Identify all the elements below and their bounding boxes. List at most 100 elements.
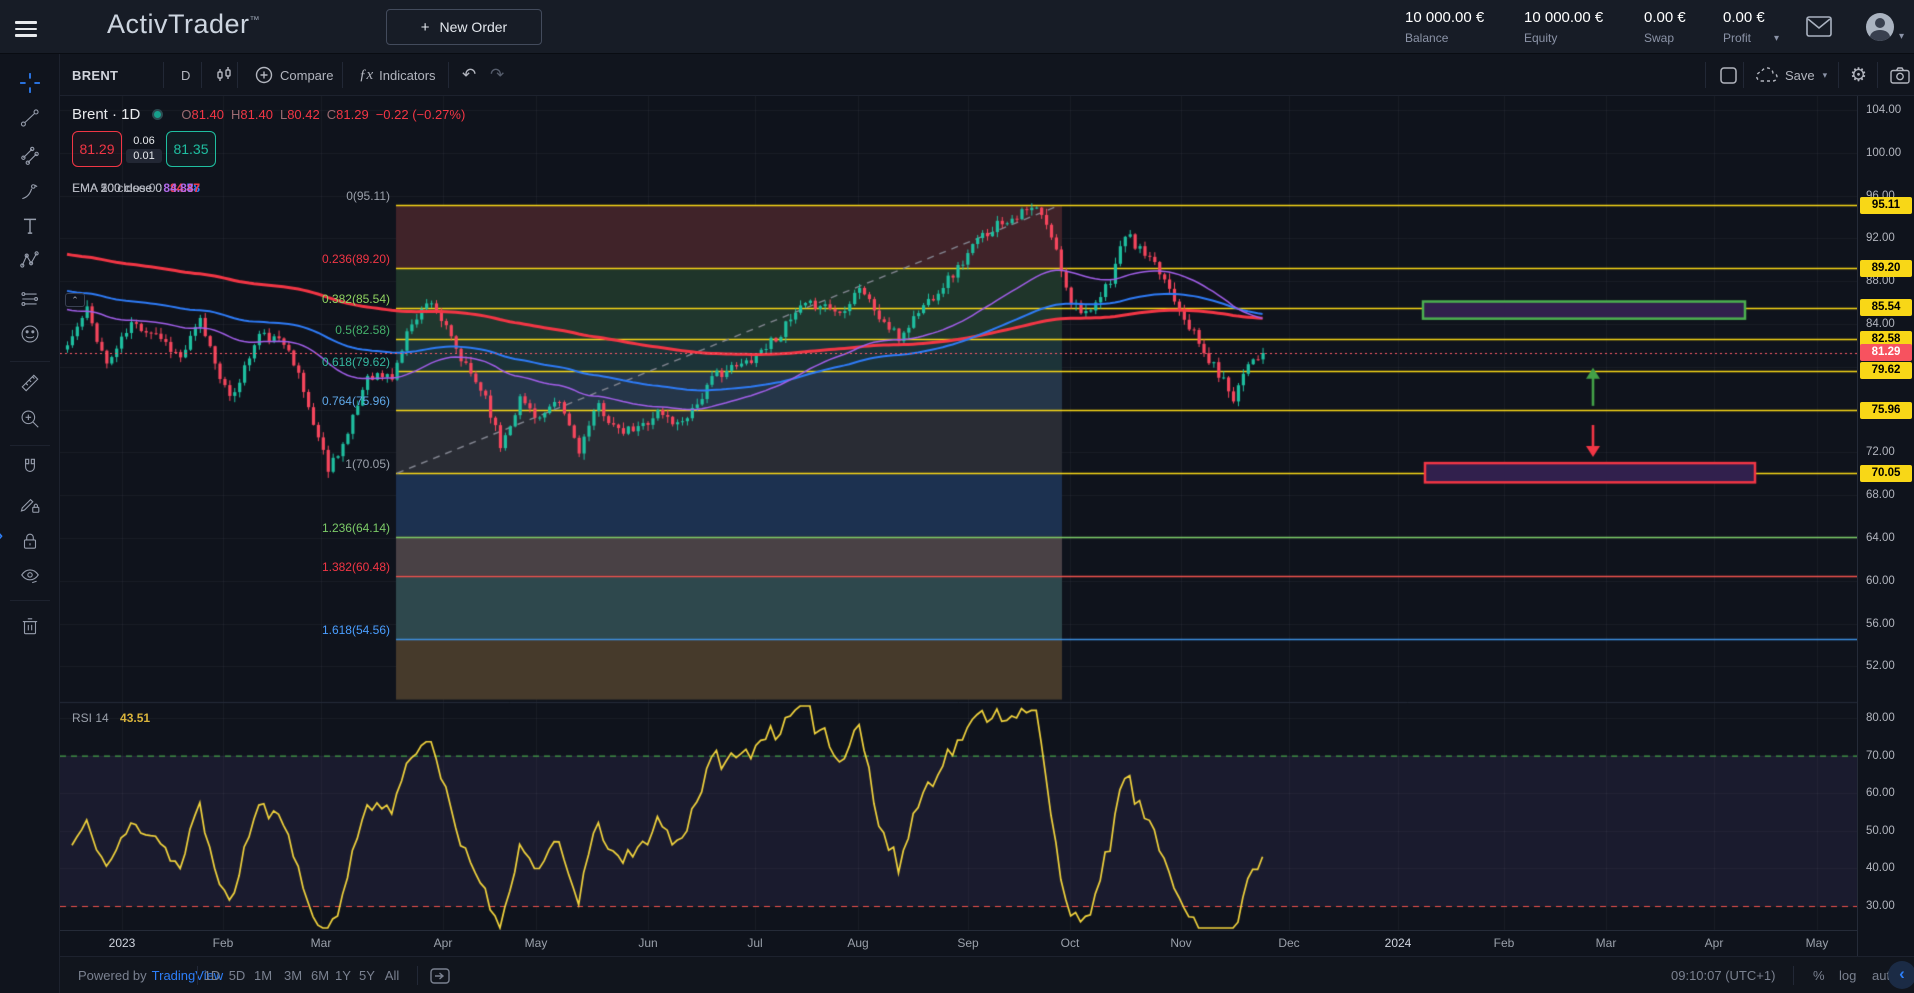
tool-parallel-channel-icon[interactable] [18, 287, 42, 311]
save-button[interactable]: Save ▾ [1755, 54, 1827, 96]
fib-level-label: 1.618(54.56) [270, 623, 390, 637]
time-label[interactable]: Feb [1494, 936, 1515, 950]
range-button-1m[interactable]: 1M [254, 957, 272, 993]
log-scale-button[interactable]: log [1839, 957, 1856, 993]
price-tick: 104.00 [1866, 104, 1901, 116]
ohlc-value: 81.40 [191, 107, 224, 122]
clock[interactable]: 09:10:07 (UTC+1) [1671, 957, 1775, 993]
multichart-layout-icon[interactable] [1720, 54, 1737, 96]
price-tick: 92.00 [1866, 232, 1895, 244]
time-label[interactable]: Apr [434, 936, 453, 950]
fx-icon: ƒx [359, 67, 373, 84]
tool-emoji-icon[interactable] [18, 322, 42, 346]
menu-icon[interactable] [15, 17, 39, 37]
compare-button[interactable]: Compare [255, 54, 333, 96]
tool-remove-drawings-icon[interactable] [18, 614, 42, 638]
time-label[interactable]: Jul [747, 936, 762, 950]
powered-by: Powered by TradingView [78, 957, 223, 993]
tool-text-icon[interactable] [18, 214, 42, 238]
tool-trend-line-icon[interactable] [18, 106, 42, 130]
tool-hide-drawings-icon[interactable] [18, 564, 42, 588]
indicators-button[interactable]: ƒx Indicators [359, 54, 436, 96]
chart-style-button[interactable] [215, 54, 233, 96]
time-label[interactable]: Apr [1705, 936, 1724, 950]
ohlc-key: C [327, 107, 336, 122]
stat-profit: 0.00 € Profit [1723, 9, 1765, 45]
range-button-1d[interactable]: 1D [204, 957, 221, 993]
sell-bid-button[interactable]: 81.29 [72, 131, 122, 167]
chart-region: BRENT D Compare ƒx Indicators ↶ ↷ [60, 54, 1914, 993]
stat-label: Equity [1524, 31, 1603, 45]
price-tick: 64.00 [1866, 532, 1895, 544]
legend-change: −0.22 (−0.27%) [376, 107, 466, 122]
profit-caret-icon[interactable]: ▾ [1774, 33, 1779, 44]
legend-symbol[interactable]: Brent · 1D [72, 106, 140, 123]
tool-drawing-lock-icon[interactable] [18, 492, 42, 516]
go-to-date-icon[interactable] [430, 957, 450, 993]
current-price-badge: 81.29 [1860, 344, 1912, 361]
tool-zoom-in-icon[interactable] [18, 407, 42, 431]
collapse-right-button[interactable]: ‹ [1888, 961, 1914, 989]
legend-ohlc: O81.40H81.40L80.42C81.29 [181, 107, 375, 122]
rsi-tick: 40.00 [1866, 862, 1895, 874]
ohlc-key: O [181, 107, 191, 122]
time-label[interactable]: Jun [638, 936, 657, 950]
toolbar-separator [10, 361, 50, 362]
range-button-1y[interactable]: 1Y [335, 957, 351, 993]
range-button-6m[interactable]: 6M [311, 957, 329, 993]
indicators-label: Indicators [379, 68, 435, 83]
undo-icon[interactable]: ↶ [462, 54, 476, 96]
stat-value: 10 000.00 € [1524, 9, 1603, 26]
compare-label: Compare [280, 68, 333, 83]
tool-fib-retracement-icon[interactable] [18, 143, 42, 167]
time-label[interactable]: Sep [957, 936, 978, 950]
tool-ruler-icon[interactable] [18, 371, 42, 395]
time-label[interactable]: 2024 [1385, 936, 1412, 950]
topbar: ActivTrader™ +New Order 10 000.00 € Bala… [0, 0, 1914, 54]
price-axis[interactable]: 104.00100.0096.0092.0088.0084.0072.0068.… [1857, 96, 1914, 956]
indicator-name: EMA 50 close 0 [72, 181, 155, 195]
rsi-label: RSI 14 [72, 711, 109, 725]
new-order-button[interactable]: +New Order [386, 9, 542, 45]
time-label[interactable]: Oct [1061, 936, 1080, 950]
toolbar-separator [10, 600, 50, 601]
screenshot-camera-icon[interactable] [1890, 54, 1910, 96]
buy-ask-button[interactable]: 81.35 [166, 131, 216, 167]
redo-icon[interactable]: ↷ [490, 54, 504, 96]
time-label[interactable]: Mar [311, 936, 332, 950]
tool-crosshair-icon[interactable] [18, 71, 42, 95]
range-button-5y[interactable]: 5Y [359, 957, 375, 993]
pip-value: 0.01 [126, 149, 161, 163]
interval-button[interactable]: D [181, 54, 190, 96]
account-caret-icon[interactable]: ▾ [1899, 31, 1904, 42]
time-label[interactable]: Aug [847, 936, 868, 950]
range-button-3m[interactable]: 3M [284, 957, 302, 993]
expand-left-chevron[interactable]: › [0, 522, 3, 548]
avatar[interactable] [1866, 13, 1894, 41]
settings-gear-icon[interactable]: ⚙ [1850, 54, 1867, 96]
mail-icon[interactable] [1806, 16, 1832, 42]
time-label[interactable]: 2023 [109, 936, 136, 950]
stat-equity: 10 000.00 € Equity [1524, 9, 1603, 45]
time-label[interactable]: May [525, 936, 548, 950]
fib-level-label: 0(95.11) [270, 189, 390, 203]
time-label[interactable]: May [1806, 936, 1829, 950]
time-label[interactable]: Dec [1278, 936, 1299, 950]
collapse-indicators-button[interactable]: ⌃ [65, 293, 85, 307]
plus-icon: + [421, 19, 430, 36]
time-label[interactable]: Nov [1170, 936, 1191, 950]
percent-scale-button[interactable]: % [1813, 957, 1825, 993]
time-label[interactable]: Mar [1596, 936, 1617, 950]
tool-brush-icon[interactable] [18, 180, 42, 204]
tool-pattern-icon[interactable] [18, 248, 42, 272]
time-axis[interactable]: 2023 Feb Mar Apr May Jun Jul Aug Sep Oct Nov Dec 202… [60, 930, 1857, 956]
tool-lock-all-icon[interactable] [18, 529, 42, 553]
range-button-all[interactable]: All [385, 957, 399, 993]
chart-toolbar: BRENT D Compare ƒx Indicators ↶ ↷ [60, 54, 1914, 96]
range-button-5d[interactable]: 5D [229, 957, 246, 993]
fib-level-label: 0.618(79.62) [270, 355, 390, 369]
time-label[interactable]: Feb [213, 936, 234, 950]
indicator-row[interactable]: EMA 50 close 0 84.88 [72, 178, 193, 197]
tool-magnet-icon[interactable] [18, 455, 42, 479]
symbol-button[interactable]: BRENT [72, 54, 118, 96]
